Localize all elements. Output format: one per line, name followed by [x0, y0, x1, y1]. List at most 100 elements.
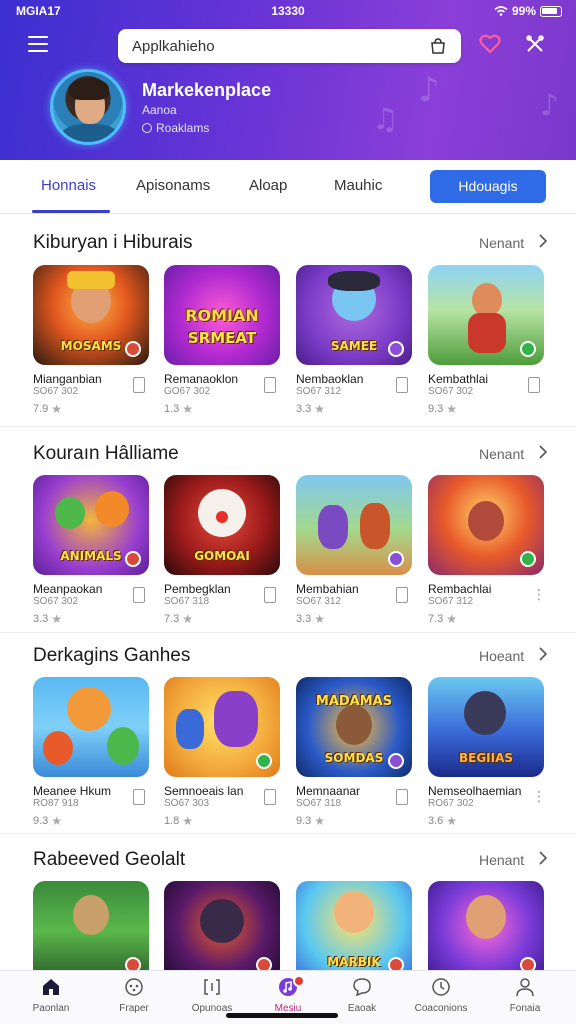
- divider: [0, 632, 576, 633]
- nav-games[interactable]: Fraper: [99, 977, 169, 1014]
- nav-home[interactable]: Paonlan: [16, 977, 86, 1014]
- section-title: Rabeeved Geolalt: [33, 849, 186, 870]
- game-thumbnail: [296, 475, 412, 575]
- info-icon: [142, 123, 152, 133]
- star-icon: ★: [182, 814, 194, 828]
- chevron-right-icon[interactable]: [538, 851, 548, 865]
- document-icon[interactable]: [528, 377, 540, 393]
- star-icon: ★: [314, 402, 326, 416]
- tab-music[interactable]: Mauhic: [334, 177, 382, 194]
- divider: [0, 426, 576, 427]
- document-icon[interactable]: [264, 587, 276, 603]
- shopping-bag-icon[interactable]: [429, 37, 447, 55]
- star-icon: ★: [446, 612, 458, 626]
- section-more-link[interactable]: Hoeant: [479, 648, 524, 664]
- game-thumbnail: ANIMALS: [33, 475, 149, 575]
- game-thumbnail: GOMOAI: [164, 475, 280, 575]
- document-icon[interactable]: [264, 377, 276, 393]
- status-indicators: 99%: [494, 4, 562, 18]
- nav-music[interactable]: Mesiu: [253, 975, 323, 1014]
- profile-meta: Roaklams: [142, 121, 209, 135]
- game-thumbnail: [428, 881, 544, 981]
- search-bar[interactable]: [118, 29, 461, 63]
- music-note-decor: ♪: [418, 70, 440, 110]
- game-rating: 3.3 ★: [296, 402, 326, 416]
- game-code: SO67 312: [296, 386, 342, 397]
- tab-apps[interactable]: Apisonams: [136, 177, 210, 194]
- game-name: Kembathlai: [428, 372, 489, 386]
- document-icon[interactable]: [264, 789, 276, 805]
- section-title: Kiburyan i Hiburais: [33, 232, 193, 253]
- game-name: Nemseolhaemian: [428, 784, 522, 798]
- menu-icon[interactable]: [28, 36, 48, 54]
- game-code: GO67 302: [164, 386, 211, 397]
- game-thumbnail: [428, 265, 544, 365]
- section-more-link[interactable]: Nenant: [479, 235, 524, 251]
- battery-icon: [540, 5, 562, 17]
- game-name: Membahian: [296, 582, 359, 596]
- person-icon: [516, 978, 534, 997]
- game-code: SO67 312: [296, 596, 342, 607]
- home-icon: [43, 979, 59, 995]
- star-icon: ★: [51, 814, 63, 828]
- game-rating: 7.9 ★: [33, 402, 63, 416]
- game-name: Pembegklan: [164, 582, 231, 596]
- tab-home[interactable]: Honnais: [41, 177, 96, 194]
- chevron-right-icon[interactable]: [538, 234, 548, 248]
- game-rating: 3.3 ★: [33, 612, 63, 626]
- document-icon[interactable]: [396, 377, 408, 393]
- game-rating: 1.3 ★: [164, 402, 194, 416]
- profile-name: Markekenplace: [142, 80, 272, 100]
- game-name: Nembaoklan: [296, 372, 364, 386]
- document-icon[interactable]: [133, 377, 145, 393]
- document-icon[interactable]: [396, 789, 408, 805]
- game-code: SO67 318: [296, 798, 342, 809]
- search-input[interactable]: [132, 29, 412, 63]
- document-icon[interactable]: [133, 789, 145, 805]
- avatar[interactable]: [50, 69, 126, 145]
- heart-icon[interactable]: [479, 34, 501, 54]
- section-title: Derkagins Ganhes: [33, 645, 191, 666]
- clock-icon: [432, 978, 450, 996]
- section-title: Kouraın Hâlliame: [33, 443, 179, 464]
- star-icon: ★: [182, 612, 194, 626]
- game-thumbnail: [33, 881, 149, 981]
- notification-badge: [293, 975, 305, 987]
- divider: [0, 833, 576, 834]
- game-rating: 3.6 ★: [428, 814, 458, 828]
- chevron-right-icon[interactable]: [538, 647, 548, 661]
- nav-profile[interactable]: Fonaia: [490, 977, 560, 1014]
- document-icon[interactable]: [396, 587, 408, 603]
- gamepad-icon: [125, 978, 143, 996]
- nav-options[interactable]: Opunoas: [177, 977, 247, 1014]
- more-vertical-icon[interactable]: ⋮: [532, 587, 546, 603]
- game-thumbnail: MADAMAS SOMDAS: [296, 677, 412, 777]
- battery-percent: 99%: [511, 4, 536, 18]
- chevron-right-icon[interactable]: [538, 445, 548, 459]
- game-code: SO67 318: [164, 596, 210, 607]
- section-more-link[interactable]: Henant: [479, 852, 524, 868]
- status-time: 13330: [271, 4, 305, 18]
- tab-top[interactable]: Aloap: [249, 177, 287, 194]
- document-icon[interactable]: [133, 587, 145, 603]
- home-indicator: [226, 1013, 338, 1018]
- bracket-icon: [204, 979, 220, 995]
- nav-connections[interactable]: Coaconions: [406, 977, 476, 1014]
- section-more-link[interactable]: Nenant: [479, 446, 524, 462]
- game-name: Rembachlai: [428, 582, 492, 596]
- nav-chat[interactable]: Eaoak: [327, 977, 397, 1014]
- game-thumbnail: MOSAMS: [33, 265, 149, 365]
- chat-icon: [353, 978, 371, 997]
- game-code: SO67 312: [428, 596, 474, 607]
- app-screen: MGIA17 13330 99% Applkahieho ♪ ♫ ♪ Marke…: [0, 0, 576, 1024]
- profile-subtitle: Aanoa: [142, 103, 177, 117]
- tab-action-button[interactable]: Hdouagis: [430, 170, 546, 203]
- profile-meta-text: Roaklams: [156, 121, 210, 135]
- star-icon: ★: [314, 814, 326, 828]
- tools-icon[interactable]: [525, 34, 545, 54]
- game-code: SO67 302: [428, 386, 474, 397]
- star-icon: ★: [446, 814, 458, 828]
- more-vertical-icon[interactable]: ⋮: [532, 789, 546, 805]
- game-name: Semnoeais lan: [164, 784, 244, 798]
- game-rating: 9.3 ★: [296, 814, 326, 828]
